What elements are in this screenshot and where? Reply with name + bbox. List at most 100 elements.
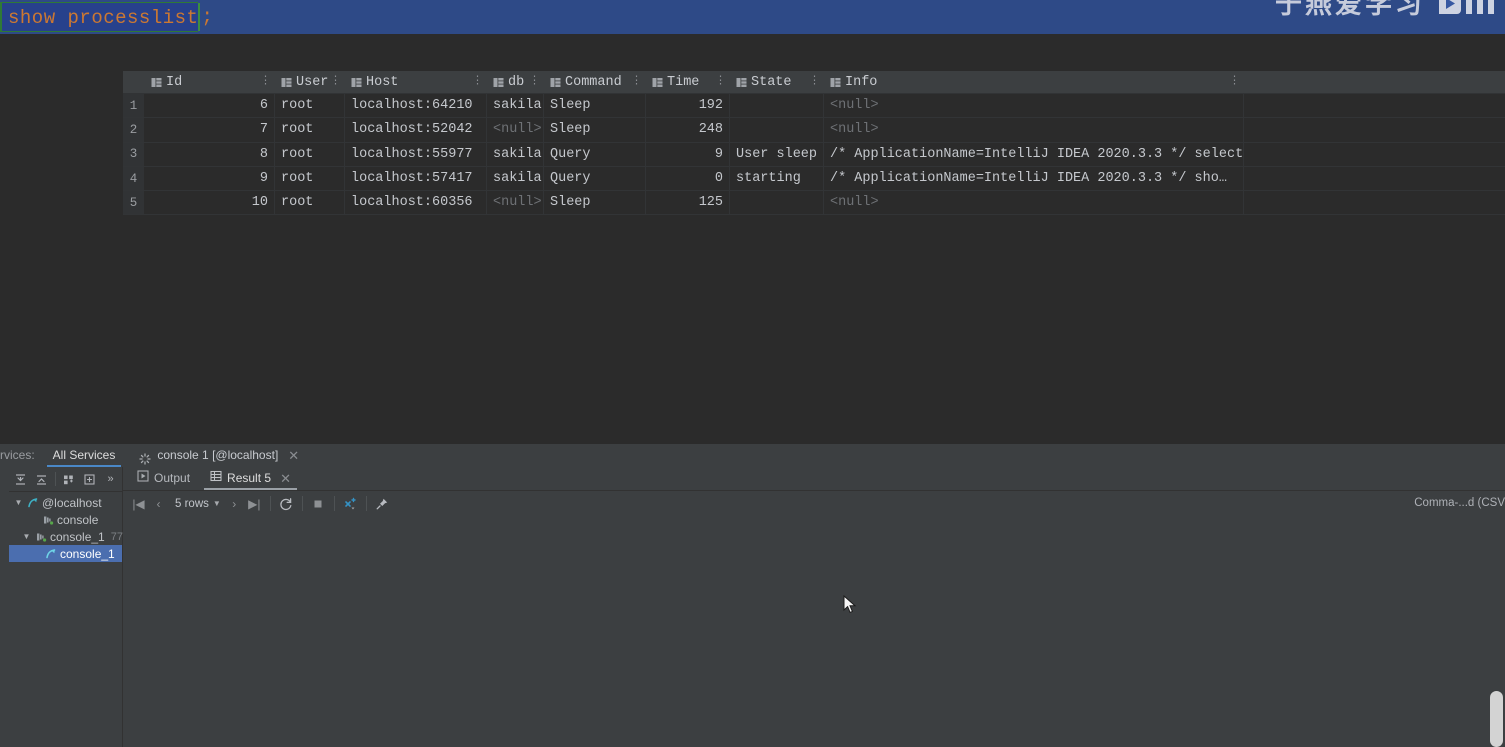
grid-cell-command[interactable]: Query [544, 166, 646, 191]
grid-cell-id[interactable]: 10 [145, 191, 275, 215]
grid-cell-user[interactable]: root [275, 142, 345, 166]
rows-count-dropdown[interactable]: 5 rows ▼ [169, 498, 224, 510]
grid-cell-command[interactable]: Query [544, 142, 646, 166]
column-resize-handle[interactable]: ⋮ [472, 76, 483, 88]
grid-cell-command[interactable]: Sleep [544, 191, 646, 215]
grid-cell-id[interactable]: 9 [145, 166, 275, 191]
row-number[interactable]: 2 [123, 118, 145, 142]
table-row[interactable]: 3 8 root localhost:55977 sakila Query 9 User sl… [123, 142, 1505, 167]
row-number[interactable]: 4 [123, 166, 145, 191]
grid-cell-id[interactable]: 6 [145, 94, 275, 118]
group-by-icon[interactable] [60, 469, 79, 489]
grid-column-header-user[interactable]: User ⋮ [275, 71, 345, 93]
grid-cell-db[interactable]: <null> [487, 118, 544, 142]
grid-cell-db[interactable]: <null> [487, 191, 544, 215]
column-resize-handle[interactable]: ⋮ [529, 76, 540, 88]
grid-cell-id[interactable]: 8 [145, 142, 275, 166]
row-number[interactable]: 1 [123, 94, 145, 118]
pin-icon[interactable] [373, 494, 392, 513]
expand-all-icon[interactable] [11, 469, 30, 489]
sql-editor[interactable]: show processlist ; 于燕爱学习 [0, 0, 1505, 34]
grid-column-header-state[interactable]: State ⋮ [730, 71, 824, 93]
grid-column-header-id[interactable]: Id ⋮ [145, 71, 275, 93]
table-row[interactable]: 1 6 root localhost:64210 sakila Sleep 192 <null… [123, 94, 1505, 119]
grid-column-header-host[interactable]: Host ⋮ [345, 71, 487, 93]
column-icon [652, 77, 663, 88]
tab-console-1[interactable]: console 1 [@localhost] ✕ [127, 444, 311, 467]
grid-column-header-info[interactable]: Info ⋮ [824, 71, 1244, 93]
row-number[interactable]: 5 [123, 191, 145, 215]
next-page-button[interactable]: › [225, 494, 244, 513]
reload-icon[interactable] [277, 494, 296, 513]
grid-cell-host[interactable]: localhost:52042 [345, 118, 487, 142]
grid-cell-db[interactable]: sakila [487, 166, 544, 191]
more-options-icon[interactable]: » [101, 469, 120, 489]
tree-item-localhost[interactable]: ▼ @localhost [9, 494, 122, 511]
grid-cell-host[interactable]: localhost:60356 [345, 191, 487, 215]
grid-cell-id[interactable]: 7 [145, 118, 275, 142]
grid-cell-host[interactable]: localhost:55977 [345, 142, 487, 166]
grid-cell-time[interactable]: 0 [646, 166, 730, 191]
tree-item-console[interactable]: ▶ console [9, 511, 122, 528]
add-frame-icon[interactable] [80, 469, 99, 489]
grid-cell-command[interactable]: Sleep [544, 94, 646, 118]
column-resize-handle[interactable]: ⋮ [330, 76, 341, 88]
grid-cell-db[interactable]: sakila [487, 142, 544, 166]
column-resize-handle[interactable]: ⋮ [260, 76, 271, 88]
grid-cell-info[interactable]: <null> [824, 94, 1244, 118]
grid-cell-state[interactable]: User sleep [730, 142, 824, 166]
last-page-button[interactable]: ▶| [245, 494, 264, 513]
tree-item-console-1[interactable]: ▼ console_1 77 [9, 528, 123, 545]
grid-cell-info[interactable]: <null> [824, 118, 1244, 142]
grid-cell-host[interactable]: localhost:64210 [345, 94, 487, 118]
column-resize-handle[interactable]: ⋮ [809, 76, 820, 88]
grid-cell-time[interactable]: 248 [646, 118, 730, 142]
vertical-scrollbar-thumb[interactable] [1490, 691, 1503, 747]
grid-cell-user[interactable]: root [275, 118, 345, 142]
table-row[interactable]: 2 7 root localhost:52042 <null> Sleep 248 <null… [123, 118, 1505, 143]
grid-cell-time[interactable]: 125 [646, 191, 730, 215]
grid-cell-time[interactable]: 192 [646, 94, 730, 118]
grid-cell-state[interactable] [730, 94, 824, 118]
tab-output[interactable]: Output [127, 467, 200, 490]
prev-page-button[interactable]: ‹ [149, 494, 168, 513]
tab-all-services[interactable]: All Services [41, 444, 128, 467]
row-number[interactable]: 3 [123, 142, 145, 166]
sql-selection[interactable]: show processlist [0, 2, 199, 32]
column-resize-handle[interactable]: ⋮ [1229, 76, 1240, 88]
grid-column-header-time[interactable]: Time ⋮ [646, 71, 730, 93]
grid-cell-user[interactable]: root [275, 166, 345, 191]
tab-result-5[interactable]: Result 5 ✕ [200, 467, 301, 490]
grid-cell-user[interactable]: root [275, 94, 345, 118]
grid-cell-user[interactable]: root [275, 191, 345, 215]
grid-cell-command[interactable]: Sleep [544, 118, 646, 142]
table-row[interactable]: 4 9 root localhost:57417 sakila Query 0 startin… [123, 166, 1505, 192]
stop-icon[interactable] [309, 494, 328, 513]
collapse-all-icon[interactable] [32, 469, 51, 489]
datasource-icon [27, 497, 39, 509]
close-icon[interactable]: ✕ [288, 444, 299, 467]
close-icon[interactable]: ✕ [280, 467, 291, 490]
chevron-down-icon[interactable]: ▼ [13, 497, 24, 508]
chevron-down-icon[interactable]: ▼ [21, 531, 32, 542]
grid-cell-host[interactable]: localhost:57417 [345, 166, 487, 191]
grid-cell-info[interactable]: /* ApplicationName=IntelliJ IDEA 2020.3.… [824, 166, 1244, 191]
output-format-label[interactable]: Comma-...d (CSV [1414, 491, 1505, 516]
column-resize-handle[interactable]: ⋮ [715, 76, 726, 88]
grid-cell-db[interactable]: sakila [487, 94, 544, 118]
first-page-button[interactable]: |◀ [129, 494, 148, 513]
tree-item-console-1-session[interactable]: console_1 [9, 545, 122, 562]
grid-column-header-command[interactable]: Command ⋮ [544, 71, 646, 93]
grid-cell-time[interactable]: 9 [646, 142, 730, 166]
transpose-icon[interactable] [341, 494, 360, 513]
table-row[interactable]: 5 10 root localhost:60356 <null> Sleep 125 <nul… [123, 191, 1505, 216]
grid-column-header-db[interactable]: db ⋮ [487, 71, 544, 93]
grid-cell-info[interactable]: <null> [824, 191, 1244, 215]
editor-current-line[interactable]: show processlist ; 于燕爱学习 [0, 0, 1505, 34]
grid-cell-state[interactable]: starting [730, 166, 824, 191]
result-grid[interactable]: Id ⋮ User ⋮ Host ⋮ db ⋮ Command ⋮ Time ⋮ State ⋮ Info ⋮… [123, 71, 1505, 280]
grid-cell-state[interactable] [730, 191, 824, 215]
column-resize-handle[interactable]: ⋮ [631, 76, 642, 88]
grid-cell-info[interactable]: /* ApplicationName=IntelliJ IDEA 2020.3.… [824, 142, 1244, 166]
grid-cell-state[interactable] [730, 118, 824, 142]
